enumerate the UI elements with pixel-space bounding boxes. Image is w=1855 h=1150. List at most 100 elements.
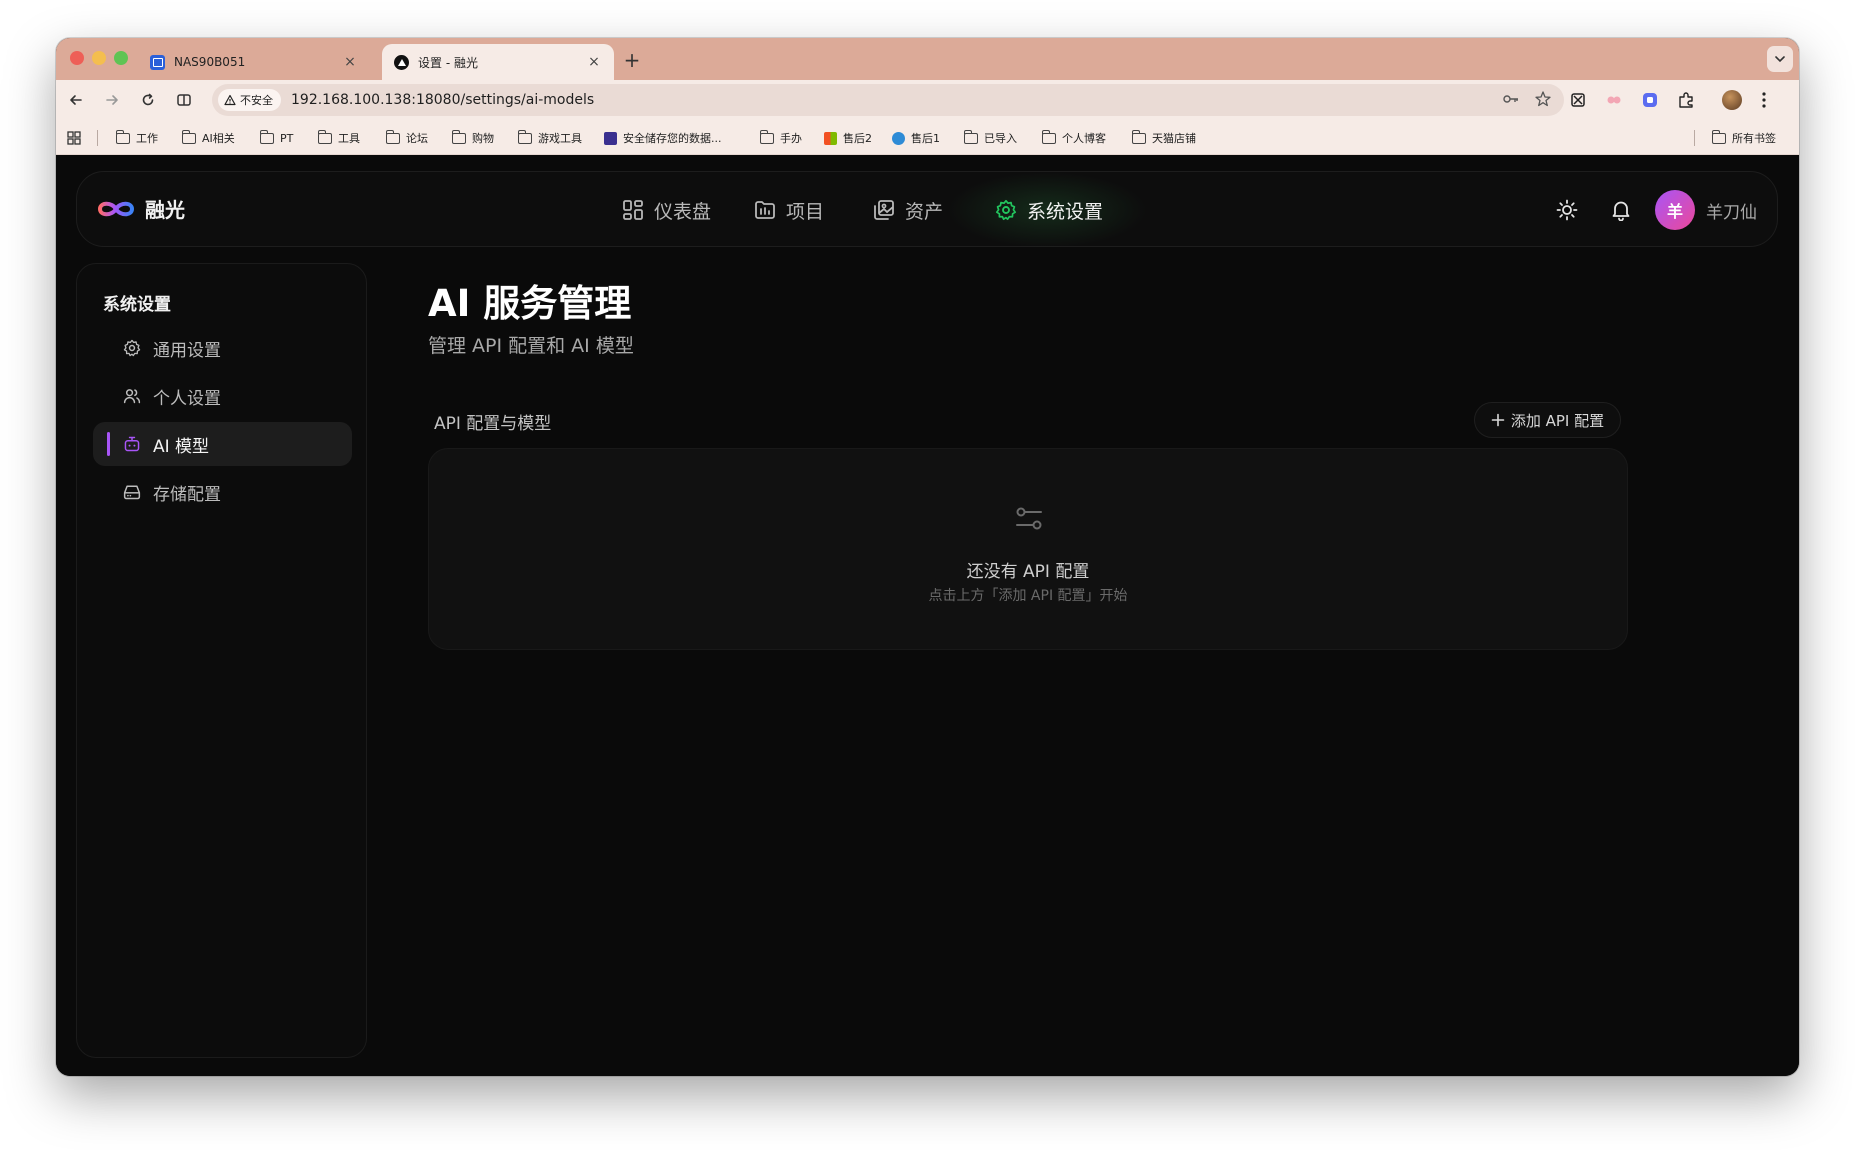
bookmark-label: 工具 bbox=[338, 132, 360, 145]
nas-favicon-icon bbox=[150, 54, 165, 70]
tab-close-icon[interactable]: × bbox=[342, 54, 358, 70]
bookmark-folder[interactable]: 已导入 bbox=[963, 129, 1017, 147]
tab-title: 设置 - 融光 bbox=[418, 55, 478, 70]
nav-item-dashboard[interactable]: 仪表盘 bbox=[622, 194, 711, 226]
settings-sidebar: 系统设置 通用设置 个人设置 AI 模型 存储配置 bbox=[76, 263, 367, 1058]
user-avatar[interactable]: 羊 bbox=[1655, 190, 1695, 230]
bookmark-folder[interactable]: 游戏工具 bbox=[517, 129, 582, 147]
browser-window: NAS90B051 × 设置 - 融光 × + 不安全 192.168.100.… bbox=[56, 38, 1799, 1076]
extensions-button[interactable] bbox=[1674, 88, 1698, 112]
folder-icon bbox=[259, 129, 274, 144]
arrow-right-icon bbox=[106, 95, 118, 105]
hard-drive-icon bbox=[123, 485, 141, 500]
page-subtitle: 管理 API 配置和 AI 模型 bbox=[428, 335, 634, 357]
bookmark-folder[interactable]: 工具 bbox=[317, 129, 360, 147]
sidebar-item-personal[interactable]: 个人设置 bbox=[93, 374, 352, 418]
sidebar-item-label: AI 模型 bbox=[153, 436, 210, 457]
star-icon[interactable] bbox=[1534, 90, 1552, 108]
tab-close-icon[interactable]: × bbox=[586, 54, 602, 70]
browser-tab-nas[interactable]: NAS90B051 × bbox=[138, 44, 370, 80]
nav-label: 项目 bbox=[786, 200, 825, 223]
bookmark-folder[interactable]: 购物 bbox=[451, 129, 494, 147]
bookmark-link[interactable]: 售后1 bbox=[892, 129, 940, 147]
browser-tab-settings[interactable]: 设置 - 融光 × bbox=[382, 44, 614, 80]
bookmark-folder[interactable]: AI相关 bbox=[181, 129, 235, 147]
split-view-icon bbox=[177, 94, 191, 106]
add-button-label: 添加 API 配置 bbox=[1510, 411, 1605, 430]
globe-favicon-icon bbox=[892, 131, 905, 145]
folder-icon bbox=[385, 129, 400, 144]
bookmark-folder[interactable]: 个人博客 bbox=[1041, 129, 1106, 147]
bookmark-label: 售后2 bbox=[843, 132, 872, 145]
chevron-down-icon bbox=[1775, 56, 1785, 63]
bookmark-label: 安全储存您的数据... bbox=[623, 132, 722, 145]
main-nav: 仪表盘 项目 资产 系统设置 bbox=[77, 172, 1777, 246]
folder-icon bbox=[317, 129, 332, 144]
security-chip[interactable]: 不安全 bbox=[218, 89, 281, 111]
window-close-button[interactable] bbox=[70, 51, 84, 65]
bookmark-link[interactable]: 售后2 bbox=[824, 129, 872, 147]
window-maximize-button[interactable] bbox=[114, 51, 128, 65]
all-bookmarks[interactable]: 所有书签 bbox=[1711, 129, 1776, 147]
key-icon[interactable] bbox=[1502, 90, 1520, 108]
extension-pink-button[interactable] bbox=[1602, 88, 1626, 112]
bookmark-folder[interactable]: PT bbox=[259, 129, 294, 147]
images-icon bbox=[874, 200, 894, 220]
nav-label: 系统设置 bbox=[1027, 200, 1104, 223]
nav-item-settings[interactable]: 系统设置 bbox=[995, 194, 1103, 226]
apps-button[interactable] bbox=[67, 129, 81, 147]
bookmark-label: 天猫店铺 bbox=[1152, 132, 1196, 145]
bookmark-label: 游戏工具 bbox=[538, 132, 582, 145]
gear-icon bbox=[123, 339, 141, 357]
nav-item-projects[interactable]: 项目 bbox=[754, 194, 824, 226]
extension-screenshot-button[interactable] bbox=[1566, 88, 1590, 112]
gear-icon bbox=[995, 199, 1017, 221]
split-view-button[interactable] bbox=[172, 88, 196, 112]
theme-toggle-button[interactable] bbox=[1547, 190, 1587, 230]
sidebar-title: 系统设置 bbox=[103, 295, 171, 315]
address-bar[interactable]: 不安全 192.168.100.138:18080/settings/ai-mo… bbox=[212, 84, 1564, 116]
notifications-button[interactable] bbox=[1601, 190, 1641, 230]
app-page: 融光 仪表盘 项目 资产 系统设置 羊 羊刀仙 系统设置 通用设置 个人设置 A… bbox=[56, 155, 1799, 1076]
bookmark-label: AI相关 bbox=[202, 132, 235, 145]
warning-icon bbox=[224, 94, 236, 106]
bookmark-folder[interactable]: 天猫店铺 bbox=[1131, 129, 1196, 147]
folder-icon bbox=[1711, 129, 1726, 144]
bookmark-folder[interactable]: 论坛 bbox=[385, 129, 428, 147]
sidebar-item-label: 通用设置 bbox=[153, 340, 221, 361]
extension-blue-button[interactable] bbox=[1638, 88, 1662, 112]
sun-icon bbox=[1556, 199, 1578, 221]
sidebar-item-storage[interactable]: 存储配置 bbox=[93, 470, 352, 514]
bookmark-label: 已导入 bbox=[984, 132, 1017, 145]
sidebar-item-general[interactable]: 通用设置 bbox=[93, 326, 352, 370]
reload-button[interactable] bbox=[136, 88, 160, 112]
user-name[interactable]: 羊刀仙 bbox=[1706, 198, 1757, 223]
bell-icon bbox=[1612, 201, 1630, 221]
profile-button[interactable] bbox=[1720, 88, 1744, 112]
puzzle-icon bbox=[1679, 92, 1693, 108]
sidebar-item-ai-models[interactable]: AI 模型 bbox=[93, 422, 352, 466]
top-navbar: 融光 仪表盘 项目 资产 系统设置 羊 羊刀仙 bbox=[76, 171, 1778, 248]
back-button[interactable] bbox=[64, 88, 88, 112]
extension-pink-icon bbox=[1607, 96, 1621, 104]
bookmark-link[interactable]: 安全储存您的数据... bbox=[604, 129, 722, 147]
reload-icon bbox=[142, 93, 154, 106]
bookmark-label: PT bbox=[280, 131, 294, 145]
folder-icon bbox=[181, 129, 196, 144]
folder-icon bbox=[517, 129, 532, 144]
bookmark-label: 工作 bbox=[136, 132, 158, 145]
chrome-menu-button[interactable] bbox=[1752, 88, 1776, 112]
bookmark-folder[interactable]: 手办 bbox=[759, 129, 802, 147]
forward-button[interactable] bbox=[100, 88, 124, 112]
add-api-config-button[interactable]: 添加 API 配置 bbox=[1474, 402, 1621, 438]
bookmarks-bar: 工作 AI相关 PT 工具 论坛 购物 游戏工具 安全储存您的数据... 手办 … bbox=[56, 120, 1799, 155]
shield-favicon-icon bbox=[604, 131, 617, 145]
bookmark-folder[interactable]: 工作 bbox=[115, 129, 158, 147]
folder-icon bbox=[755, 201, 775, 219]
new-tab-button[interactable]: + bbox=[620, 48, 644, 72]
window-minimize-button[interactable] bbox=[92, 51, 106, 65]
bookmark-label: 论坛 bbox=[406, 132, 428, 145]
tab-search-button[interactable] bbox=[1767, 46, 1793, 72]
nav-item-assets[interactable]: 资产 bbox=[873, 194, 943, 226]
users-icon bbox=[123, 389, 141, 404]
